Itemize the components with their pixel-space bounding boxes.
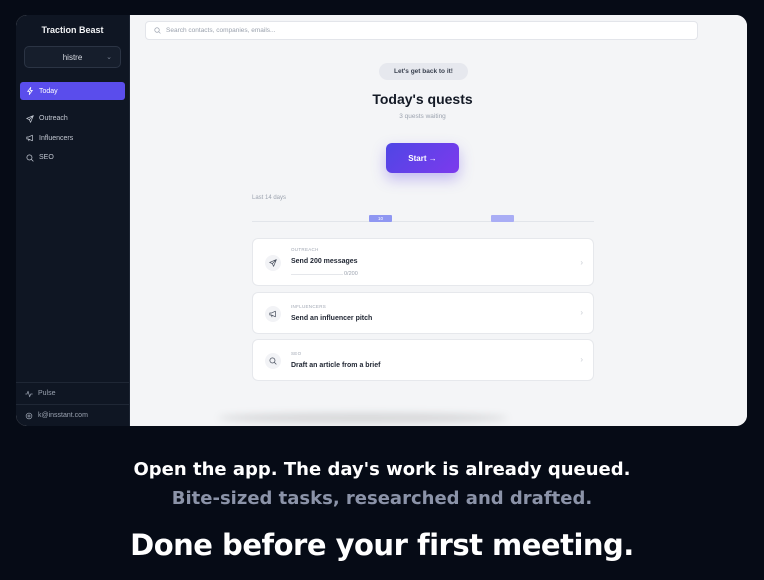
quest-card-seo[interactable]: SEO Draft an article from a brief ›: [252, 339, 594, 381]
sidebar-item-pulse[interactable]: Pulse: [16, 382, 129, 404]
megaphone-icon: [26, 134, 33, 142]
chevron-right-icon: ›: [580, 308, 583, 317]
quest-task: Send an influencer pitch: [291, 315, 373, 322]
decorative-shadow: [218, 413, 508, 423]
chart-bar-label: 10: [377, 216, 383, 221]
search-bar[interactable]: Search contacts, companies, emails...: [145, 21, 698, 40]
greeting-pill: Let's get back to it!: [379, 63, 468, 80]
caption-subheadline: Bite-sized tasks, researched and drafted…: [171, 488, 593, 509]
send-icon: [265, 255, 281, 271]
quest-card-outreach[interactable]: OUTREACH Send 200 messages 0/200 ›: [252, 238, 594, 286]
sidebar-item-seo[interactable]: SEO: [20, 149, 125, 167]
quest-category: OUTREACH: [291, 247, 319, 252]
caption-tagline: Done before your first meeting.: [130, 528, 634, 562]
workspace-name: histre: [62, 52, 83, 62]
pulse-icon: [25, 390, 33, 397]
chart-bar: [491, 215, 514, 222]
app-window: Traction Beast histre ⌄ Today Outreach I…: [16, 15, 747, 426]
sidebar: Traction Beast histre ⌄ Today Outreach I…: [16, 15, 130, 426]
sidebar-item-outreach[interactable]: Outreach: [20, 110, 125, 128]
search-icon: [154, 27, 161, 34]
sidebar-nav: Today Outreach Influencers SEO: [16, 82, 129, 167]
pulse-label: Pulse: [38, 390, 56, 397]
search-icon: [265, 353, 281, 369]
sidebar-item-today[interactable]: Today: [20, 82, 125, 100]
chevron-right-icon: ›: [580, 258, 583, 267]
quest-task: Draft an article from a brief: [291, 362, 381, 369]
account-menu[interactable]: k@insstant.com: [16, 404, 129, 426]
start-button[interactable]: Start →: [386, 143, 459, 173]
chart-baseline: [252, 221, 594, 222]
quest-task: Send 200 messages: [291, 258, 358, 265]
caption-headline: Open the app. The day's work is already …: [133, 459, 631, 480]
search-icon: [26, 154, 34, 162]
gear-icon: [25, 412, 33, 419]
bolt-icon: [27, 87, 33, 95]
page-title: Today's quests: [372, 91, 473, 107]
quest-progress-bar: [291, 274, 343, 275]
chevron-down-icon: ⌄: [106, 54, 112, 61]
sidebar-item-label: SEO: [39, 154, 54, 161]
sidebar-item-label: Today: [39, 87, 58, 95]
chevron-right-icon: ›: [580, 355, 583, 364]
sidebar-item-label: Influencers: [39, 134, 74, 142]
send-icon: [26, 114, 34, 123]
main-content: Search contacts, companies, emails... Le…: [130, 15, 747, 426]
account-email: k@insstant.com: [38, 412, 88, 419]
quest-category: INFLUENCERS: [291, 304, 327, 309]
search-input[interactable]: Search contacts, companies, emails...: [166, 27, 275, 34]
activity-chart: 10: [252, 207, 594, 223]
quest-progress: 0/200: [344, 271, 358, 277]
quest-category: SEO: [291, 351, 302, 356]
chart-label: Last 14 days: [252, 195, 287, 201]
sidebar-footer: Pulse k@insstant.com: [16, 382, 129, 426]
quest-count: 3 quests waiting: [399, 113, 446, 120]
quest-card-influencers[interactable]: INFLUENCERS Send an influencer pitch ›: [252, 292, 594, 334]
megaphone-icon: [265, 306, 281, 322]
sidebar-item-label: Outreach: [39, 115, 68, 122]
workspace-selector[interactable]: histre ⌄: [24, 46, 121, 68]
brand-name: Traction Beast: [41, 25, 104, 35]
sidebar-item-influencers[interactable]: Influencers: [20, 129, 125, 147]
